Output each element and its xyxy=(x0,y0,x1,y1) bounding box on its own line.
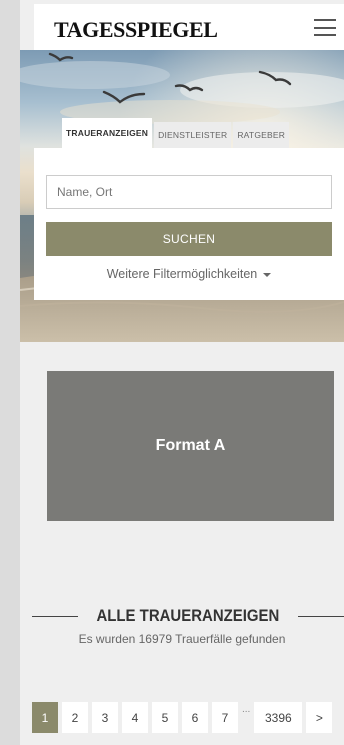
search-card: SUCHEN Weitere Filtermöglichkeiten xyxy=(34,148,344,300)
section-heading: ALLE TRAUERANZEIGEN xyxy=(32,603,344,629)
section-title: ALLE TRAUERANZEIGEN xyxy=(96,606,280,625)
page-button-4[interactable]: 4 xyxy=(122,702,148,733)
result-count: Es wurden 16979 Trauerfälle gefunden xyxy=(78,632,286,646)
page-button-6[interactable]: 6 xyxy=(182,702,208,733)
tab-ratgeber[interactable]: RATGEBER xyxy=(233,122,290,148)
pagination: 1 2 3 4 5 6 7 ... 3396 > xyxy=(32,702,336,733)
search-tabs: TRAUERANZEIGEN DIENSTLEISTER RATGEBER xyxy=(62,118,291,148)
page-button-last[interactable]: 3396 xyxy=(254,702,303,733)
ad-label: Format A xyxy=(155,437,226,454)
more-filters-toggle[interactable]: Weitere Filtermöglichkeiten xyxy=(34,267,344,281)
site-logo[interactable]: TAGESSPIEGEL xyxy=(54,17,218,43)
next-page-button[interactable]: > xyxy=(306,702,333,733)
pagination-ellipsis: ... xyxy=(242,704,251,715)
page-button-3[interactable]: 3 xyxy=(92,702,118,733)
divider-line xyxy=(297,615,344,617)
page-button-1[interactable]: 1 xyxy=(32,702,58,733)
site-header: TAGESSPIEGEL xyxy=(34,4,344,50)
more-filters-label: Weitere Filtermöglichkeiten xyxy=(106,267,258,281)
tab-traueranzeigen[interactable]: TRAUERANZEIGEN xyxy=(62,118,153,148)
tab-dienstleister[interactable]: DIENSTLEISTER xyxy=(154,122,232,148)
page: TAGESSPIEGEL TRAUERANZEIGEN DIENSTLEISTE… xyxy=(20,0,344,745)
search-button[interactable]: SUCHEN xyxy=(46,222,332,256)
search-input[interactable] xyxy=(46,175,332,209)
page-button-2[interactable]: 2 xyxy=(62,702,88,733)
divider-line xyxy=(32,615,79,617)
ad-placeholder: Format A xyxy=(47,371,334,521)
menu-line xyxy=(314,34,336,36)
page-button-7[interactable]: 7 xyxy=(212,702,238,733)
hamburger-menu-icon[interactable] xyxy=(314,19,336,36)
page-button-5[interactable]: 5 xyxy=(152,702,178,733)
caret-down-icon xyxy=(263,272,272,277)
menu-line xyxy=(314,19,336,21)
menu-line xyxy=(314,26,336,29)
